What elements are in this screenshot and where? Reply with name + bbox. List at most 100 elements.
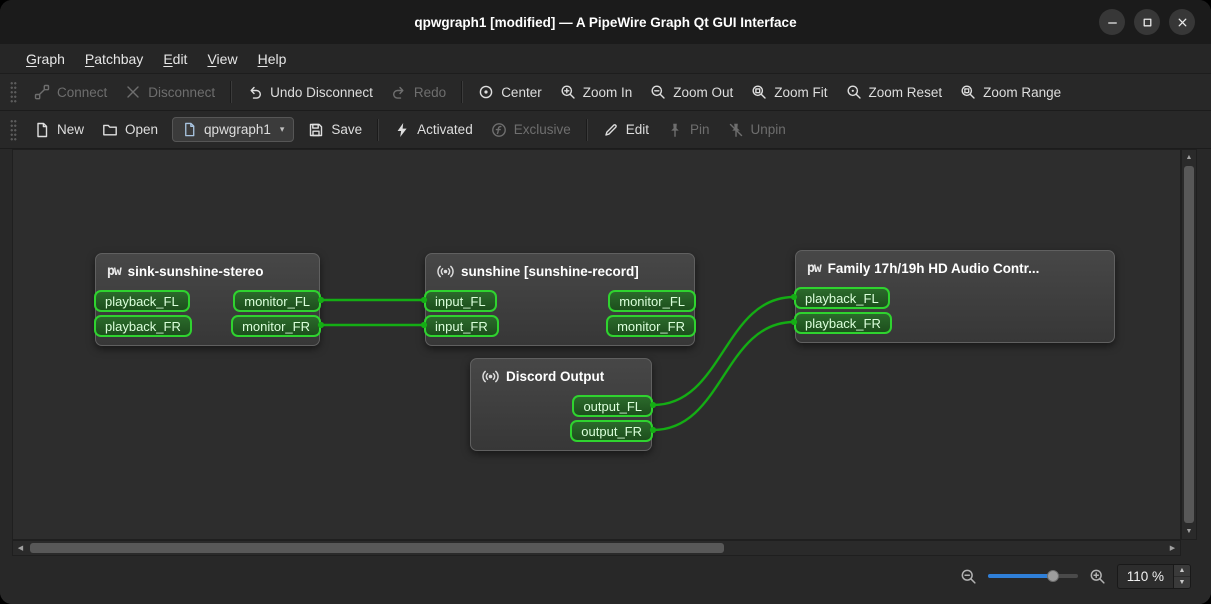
zoom-in-icon[interactable]: [1089, 568, 1106, 585]
button-label: Disconnect: [148, 84, 216, 100]
toolbar-drag-handle[interactable]: [10, 118, 17, 141]
zoom-slider-handle[interactable]: [1046, 570, 1059, 582]
center-icon: [479, 85, 493, 99]
zoom-range-icon: [961, 85, 975, 99]
zoom-fit-button[interactable]: Zoom Fit: [742, 79, 836, 105]
port-monitor-fl[interactable]: monitor_FL: [233, 290, 321, 312]
pin-button: Pin: [658, 117, 719, 143]
graph-toolbar: Connect Disconnect Undo Disconnect Redo Cent…: [0, 74, 1211, 111]
disconnect-icon: [127, 86, 139, 98]
menu-graph[interactable]: Graph: [16, 44, 75, 73]
port-row: playback_FL: [794, 287, 1114, 309]
port-monitor-fr[interactable]: monitor_FR: [231, 315, 321, 337]
node-title-text: sunshine [sunshine-record]: [461, 263, 639, 279]
port-monitor-fl[interactable]: monitor_FL: [608, 290, 696, 312]
toolbar-separator: [585, 118, 588, 141]
close-icon: [1178, 18, 1186, 26]
spin-up-arrow-icon[interactable]: ▲: [1174, 564, 1190, 576]
zoom-value[interactable]: 110 %: [1116, 563, 1173, 589]
app-window: qpwgraph1 [modified] — A PipeWire Graph …: [0, 0, 1211, 604]
connect-icon: [34, 84, 50, 100]
node-sink-sunshine-stereo[interactable]: pw sink-sunshine-stereo playback_FLmonitor…: [94, 253, 321, 346]
zoom-out-icon: [961, 569, 976, 584]
port-row: playback_FL monitor_FL: [94, 290, 321, 312]
new-button[interactable]: New: [25, 117, 93, 143]
scroll-down-arrow-icon[interactable]: ▼: [1182, 524, 1196, 539]
disconnect-button: Disconnect: [116, 79, 224, 105]
node-title: sunshine [sunshine-record]: [426, 254, 694, 288]
toolbar-drag-handle[interactable]: [10, 81, 17, 103]
port-playback-fl[interactable]: playback_FL: [94, 290, 190, 312]
statusbar: 110 % ▲ ▼: [0, 556, 1211, 604]
zoom-reset-button[interactable]: Zoom Reset: [837, 79, 952, 105]
button-label: Zoom Out: [673, 84, 734, 100]
menu-edit[interactable]: Edit: [153, 44, 197, 73]
activated-icon: [397, 122, 407, 137]
patchbay-profile-value: qpwgraph1: [204, 122, 271, 137]
zoom-spinbox: 110 % ▲ ▼: [1116, 563, 1191, 589]
save-button[interactable]: Save: [299, 117, 371, 143]
button-label: Edit: [625, 122, 649, 137]
node-family-17h-19h-hd-audio-contr[interactable]: pw Family 17h/19h HD Audio Contr... playba…: [794, 250, 1115, 343]
zoom-out-button[interactable]: Zoom Out: [641, 79, 742, 105]
menu-patchbay[interactable]: Patchbay: [75, 44, 153, 73]
horizontal-scrollbar[interactable]: ◀ ▶: [12, 540, 1181, 556]
port-monitor-fr[interactable]: monitor_FR: [606, 315, 696, 337]
button-label: Zoom In: [582, 84, 633, 100]
activated-button[interactable]: Activated: [385, 117, 482, 143]
node-title: pw sink-sunshine-stereo: [96, 254, 319, 288]
close-button[interactable]: [1169, 9, 1195, 35]
button-label: Exclusive: [513, 122, 571, 137]
button-label: Zoom Reset: [868, 84, 943, 100]
toolbar-separator: [377, 118, 380, 141]
port-output-fr[interactable]: output_FR: [570, 420, 653, 442]
zoom-slider-fill: [987, 574, 1053, 578]
graph-canvas[interactable]: pw sink-sunshine-stereo playback_FL monitor…: [12, 149, 1181, 540]
horizontal-scrollbar-handle[interactable]: [30, 543, 724, 553]
zoom-slider[interactable]: [987, 567, 1078, 585]
patchbay-profile-combo[interactable]: qpwgraph1 ▾: [172, 117, 295, 142]
button-label: Pin: [690, 122, 710, 137]
stream-icon: [482, 368, 499, 385]
button-label: New: [57, 122, 85, 137]
unpin-icon: [729, 123, 742, 137]
zoom-out-icon[interactable]: [960, 568, 977, 585]
node-sunshine-sunshine-record[interactable]: sunshine [sunshine-record] input_FL monito…: [424, 253, 696, 346]
port-output-fl[interactable]: output_FL: [572, 395, 653, 417]
undo-icon: [250, 86, 262, 99]
spin-down-arrow-icon[interactable]: ▼: [1174, 575, 1190, 588]
toolbar-separator: [461, 81, 464, 103]
graph-view: pw sink-sunshine-stereo playback_FL monitor…: [12, 149, 1197, 556]
port-row: output_FR: [471, 420, 653, 442]
scroll-left-arrow-icon[interactable]: ◀: [13, 541, 28, 555]
unpin-button: Unpin: [719, 117, 795, 143]
titlebar[interactable]: qpwgraph1 [modified] — A PipeWire Graph …: [0, 0, 1211, 44]
scroll-right-arrow-icon[interactable]: ▶: [1165, 541, 1180, 555]
port-input-fr[interactable]: input_FR: [424, 315, 499, 337]
maximize-button[interactable]: [1134, 9, 1160, 35]
toolbar-separator: [230, 81, 233, 103]
port-playback-fl[interactable]: playback_FL: [794, 287, 890, 309]
pin-icon: [671, 123, 679, 137]
zoom-in-button[interactable]: Zoom In: [551, 79, 642, 105]
zoom-range-button[interactable]: Zoom Range: [951, 79, 1070, 105]
port-playback-fr[interactable]: playback_FR: [794, 312, 892, 334]
port-input-fl[interactable]: input_FL: [424, 290, 497, 312]
stream-icon: [437, 265, 454, 277]
minimize-button[interactable]: [1099, 9, 1125, 35]
button-label: Zoom Fit: [774, 84, 828, 100]
vertical-scrollbar-handle[interactable]: [1184, 166, 1194, 523]
scroll-up-arrow-icon[interactable]: ▲: [1182, 150, 1196, 165]
undo-disconnect-button[interactable]: Undo Disconnect: [238, 79, 382, 105]
menu-help[interactable]: Help: [248, 44, 297, 73]
vertical-scrollbar[interactable]: ▲ ▼: [1181, 149, 1197, 540]
patchbay-toolbar: New Open qpwgraph1 ▾ Save Activated Exclusive E…: [0, 111, 1211, 149]
zoom-spin-buttons: ▲ ▼: [1173, 563, 1191, 589]
menu-view[interactable]: View: [197, 44, 247, 73]
open-button[interactable]: Open: [93, 117, 167, 143]
port-playback-fr[interactable]: playback_FR: [94, 315, 192, 337]
edit-button[interactable]: Edit: [594, 117, 658, 143]
center-button[interactable]: Center: [469, 79, 551, 105]
port-row: input_FL monitor_FL: [424, 290, 696, 312]
node-discord-output[interactable]: Discord Output output_FL output_FR: [470, 358, 653, 451]
